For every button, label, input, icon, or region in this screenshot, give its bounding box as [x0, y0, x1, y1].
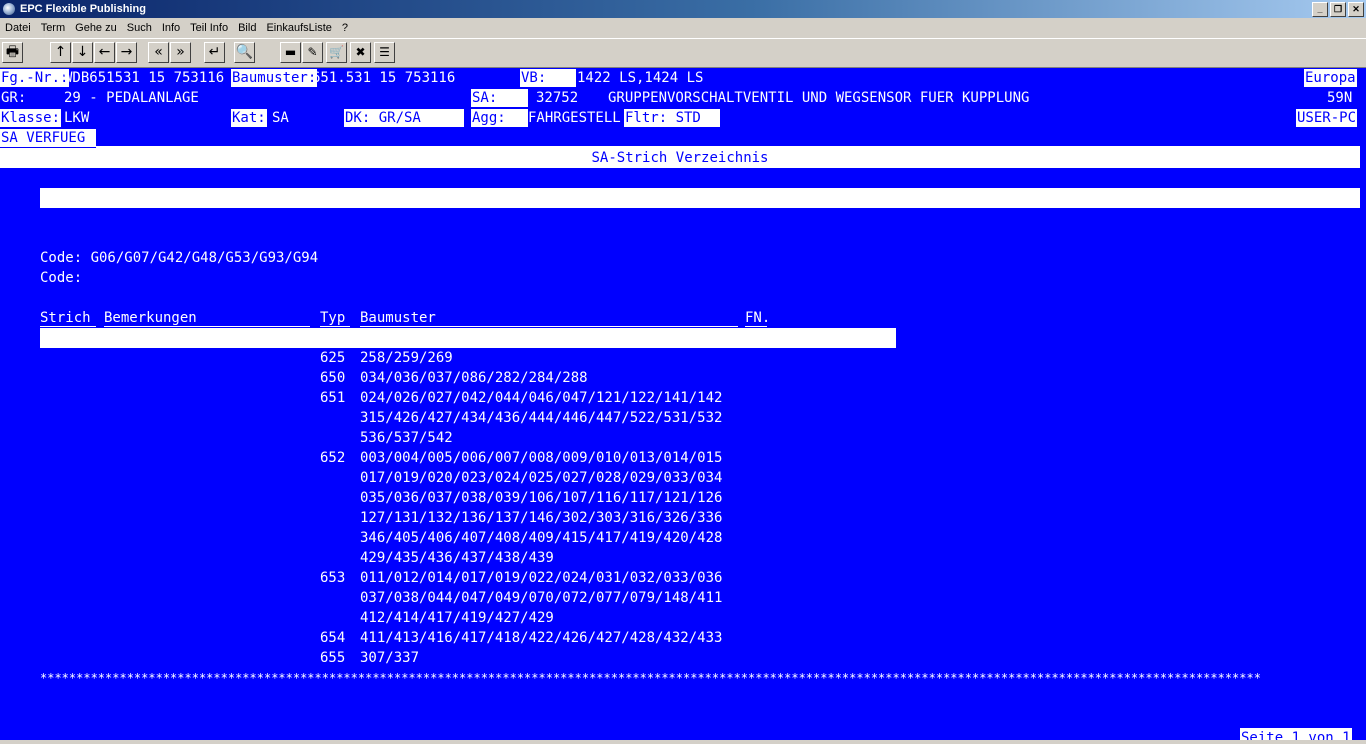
notepad-icon[interactable]: ✎: [302, 42, 323, 63]
row-typ: 625: [320, 350, 346, 366]
close-button[interactable]: ✕: [1348, 2, 1364, 17]
menu-bar: Datei Term Gehe zu Such Info Teil Info Bild Ein…: [0, 18, 1366, 38]
selected-row[interactable]: 04: [40, 328, 896, 366]
col-strich: Strich: [40, 308, 96, 327]
kat-label: Kat:: [231, 109, 267, 127]
minimize-button[interactable]: _: [1312, 2, 1328, 17]
code-line-2: Code:: [40, 270, 83, 286]
vb-label: VB:: [520, 69, 576, 87]
fg-nr-value: WDB651531 15 753116: [64, 70, 225, 86]
truck-icon[interactable]: ▬: [280, 42, 301, 63]
fg-nr-label: Fg.-Nr.:: [0, 69, 70, 87]
return-icon[interactable]: ↵: [204, 42, 225, 63]
sa-banner: 32752 GRUPPENVORSCHALTVENTIL UND WEGSENS…: [40, 188, 1360, 246]
col-bemerkungen: Bemerkungen: [104, 308, 310, 327]
row-baumuster: 315/426/427/434/436/444/446/447/522/531/…: [360, 410, 723, 426]
menu-info[interactable]: Info: [157, 22, 185, 34]
cart-remove-icon[interactable]: ✖: [350, 42, 371, 63]
title-bar: EPC Flexible Publishing _ ❐ ✕: [0, 0, 1366, 18]
col-typ: Typ: [320, 308, 350, 327]
sa-description: GRUPPENVORSCHALTVENTIL UND WEGSENSOR FUE…: [608, 90, 1030, 106]
klasse-value: LKW: [64, 110, 90, 126]
menu-gehe-zu[interactable]: Gehe zu: [70, 22, 122, 34]
row-baumuster: 412/414/417/419/427/429: [360, 610, 554, 626]
gr-value: 29 - PEDALANLAGE: [64, 90, 199, 106]
sa-label: SA:: [471, 89, 528, 107]
row-typ: 655: [320, 650, 346, 666]
row-typ: 653: [320, 570, 346, 586]
filter-field[interactable]: Fltr: STD: [624, 109, 720, 127]
row-baumuster: 429/435/436/437/438/439: [360, 550, 554, 566]
row-baumuster: 034/036/037/086/282/284/288: [360, 370, 588, 386]
double-right-icon[interactable]: »: [170, 42, 191, 63]
region-label: Europa: [1304, 69, 1357, 87]
sa-banner-number: 32752: [48, 210, 91, 226]
row-typ: 654: [320, 630, 346, 646]
code-59n: 59N: [1327, 90, 1353, 106]
menu-such[interactable]: Such: [122, 22, 157, 34]
page-info: Seite 1 von 1: [1240, 728, 1352, 740]
arrow-down-icon[interactable]: ↓: [72, 42, 93, 63]
row-typ: 650: [320, 370, 346, 386]
kat-value: SA: [272, 110, 289, 126]
tab-sa-verfueg[interactable]: SA VERFUEG: [0, 129, 96, 147]
menu-[interactable]: ?: [337, 22, 353, 34]
menu-term[interactable]: Term: [36, 22, 70, 34]
row-baumuster: 346/405/406/407/408/409/415/417/419/420/…: [360, 530, 723, 546]
row-baumuster: 003/004/005/006/007/008/009/010/013/014/…: [360, 450, 723, 466]
list-icon[interactable]: ☰: [374, 42, 395, 63]
dk-field[interactable]: DK: GR/SA: [344, 109, 464, 127]
row-typ: 652: [320, 450, 346, 466]
arrow-up-icon[interactable]: ↑: [50, 42, 71, 63]
menu-bild[interactable]: Bild: [233, 22, 261, 34]
window-title: EPC Flexible Publishing: [20, 3, 146, 15]
menu-datei[interactable]: Datei: [0, 22, 36, 34]
col-baumuster: Baumuster: [360, 308, 738, 327]
cart-icon[interactable]: 🛒: [326, 42, 347, 63]
sa-value: 32752: [536, 90, 579, 106]
printer-icon[interactable]: 🖶: [2, 42, 23, 63]
arrow-left-icon[interactable]: ←: [94, 42, 115, 63]
menu-einkaufsliste[interactable]: EinkaufsListe: [261, 22, 336, 34]
code-line-1: Code: G06/G07/G42/G48/G53/G93/G94: [40, 250, 319, 266]
menu-teil-info[interactable]: Teil Info: [185, 22, 233, 34]
row-baumuster: 536/537/542: [360, 430, 453, 446]
search-icon[interactable]: 🔍: [234, 42, 255, 63]
agg-label: Agg:: [471, 109, 528, 127]
vb-value: 1422 LS,1424 LS: [577, 70, 704, 86]
row-typ: 651: [320, 390, 346, 406]
agg-value: FAHRGESTELL: [528, 110, 621, 126]
row-baumuster: 017/019/020/023/024/025/027/028/029/033/…: [360, 470, 723, 486]
user-label: USER-PC: [1296, 109, 1358, 127]
row-baumuster: 307/337: [360, 650, 420, 666]
selected-row-strich: 04: [73, 350, 91, 366]
klasse-label: Klasse:: [0, 109, 62, 127]
row-baumuster: 011/012/014/017/019/022/024/031/032/033/…: [360, 570, 723, 586]
col-fn: FN.: [745, 310, 771, 327]
window-controls: _ ❐ ✕: [1312, 2, 1364, 17]
toolbar: 🖶 ↑ ↓ ← → «» ↵ 🔍 ▬ ✎ 🛒 ✖ ☰: [0, 38, 1366, 68]
baumuster-label: Baumuster:: [231, 69, 318, 87]
arrow-right-icon[interactable]: →: [116, 42, 137, 63]
row-baumuster: 035/036/037/038/039/106/107/116/117/121/…: [360, 490, 723, 506]
gr-label: GR:: [1, 90, 27, 106]
stars-separator: ****************************************…: [40, 671, 1261, 685]
row-baumuster: 258/259/269: [360, 350, 453, 366]
restore-button[interactable]: ❐: [1330, 2, 1346, 17]
baumuster-value: 651.531 15 753116: [312, 70, 456, 86]
sa-banner-description: GRUPPENVORSCHALTVENTIL UND WEGSENSOR FUE…: [120, 230, 643, 246]
row-baumuster: 127/131/132/136/137/146/302/303/316/326/…: [360, 510, 723, 526]
row-baumuster: 037/038/044/047/049/070/072/077/079/148/…: [360, 590, 723, 606]
double-left-icon[interactable]: «: [148, 42, 169, 63]
section-title: SA-Strich Verzeichnis: [0, 148, 1360, 168]
terminal-screen: Fg.-Nr.: WDB651531 15 753116 Baumuster: …: [0, 68, 1366, 740]
app-icon: [3, 3, 15, 15]
row-baumuster: 024/026/027/042/044/046/047/121/122/141/…: [360, 390, 723, 406]
status-strip: [0, 740, 1366, 744]
row-baumuster: 411/413/416/417/418/422/426/427/428/432/…: [360, 630, 723, 646]
